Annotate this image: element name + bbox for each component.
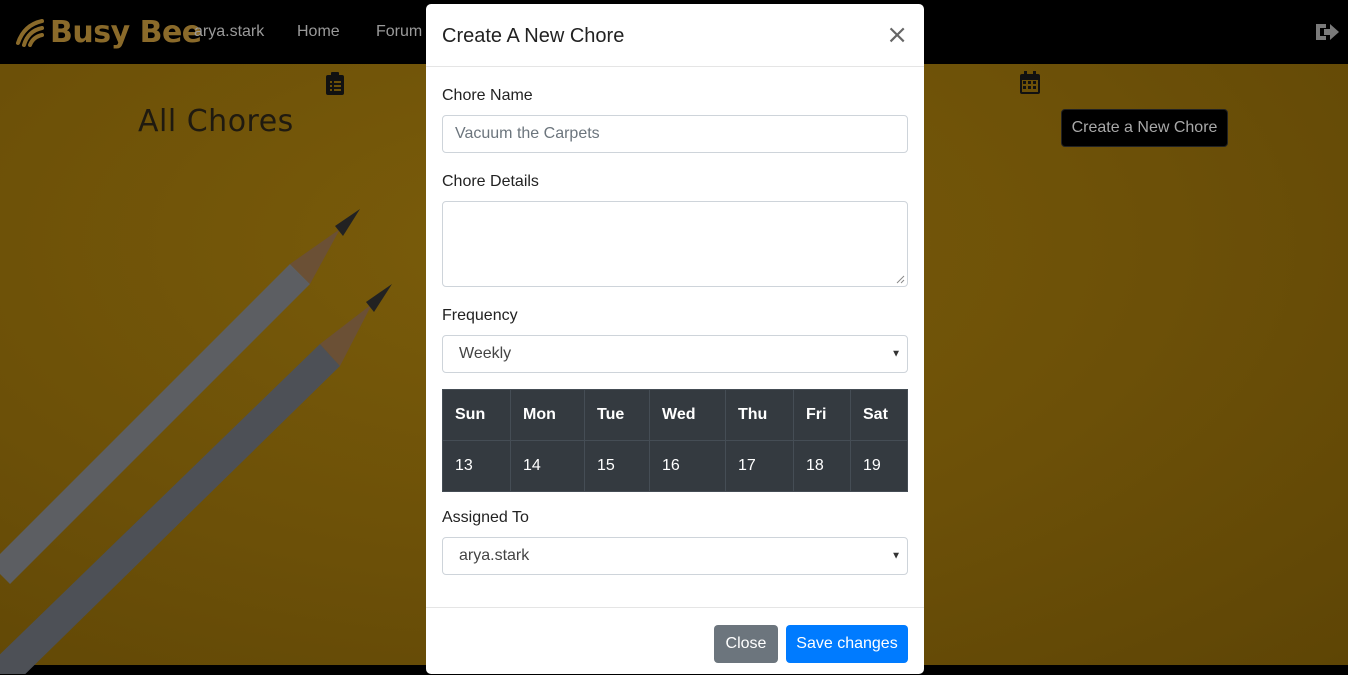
nav-username[interactable]: arya.stark — [194, 23, 264, 41]
create-chore-button[interactable]: Create a New Chore — [1061, 109, 1228, 147]
chevron-down-icon: ▼ — [891, 550, 901, 562]
create-chore-modal: Create A New Chore × Chore Name Vacuum t… — [426, 4, 924, 674]
day-tue: Tue — [584, 389, 650, 441]
week-table: Sun Mon Tue Wed Thu Fri Sat 13 14 15 16 … — [442, 389, 908, 492]
chore-name-placeholder: Vacuum the Carpets — [455, 125, 600, 142]
resize-grip-icon[interactable] — [896, 275, 905, 284]
day-sun: Sun — [442, 389, 511, 441]
nav-link-forum[interactable]: Forum — [376, 23, 422, 41]
week-dates-row: 13 14 15 16 17 18 19 — [442, 440, 908, 492]
date-cell[interactable]: 15 — [584, 440, 650, 492]
assigned-to-label: Assigned To — [442, 509, 529, 526]
chore-name-label: Chore Name — [442, 87, 533, 104]
page-title: All Chores — [138, 104, 294, 139]
chore-details-label: Chore Details — [442, 173, 539, 190]
date-cell[interactable]: 17 — [725, 440, 794, 492]
frequency-selected: Weekly — [459, 345, 512, 362]
frequency-label: Frequency — [442, 307, 518, 324]
clipboard-list-icon — [326, 72, 344, 95]
logout-icon[interactable] — [1314, 20, 1340, 44]
modal-header: Create A New Chore × — [426, 4, 924, 67]
frequency-select[interactable]: Weekly ▼ — [442, 335, 908, 373]
day-fri: Fri — [793, 389, 851, 441]
day-wed: Wed — [649, 389, 726, 441]
chevron-down-icon: ▼ — [891, 348, 901, 360]
nav-link-home[interactable]: Home — [297, 23, 340, 41]
day-sat: Sat — [850, 389, 908, 441]
pencil-image — [0, 209, 392, 674]
day-mon: Mon — [510, 389, 585, 441]
date-cell[interactable]: 16 — [649, 440, 726, 492]
date-cell[interactable]: 13 — [442, 440, 511, 492]
assigned-to-selected: arya.stark — [459, 547, 530, 564]
close-icon[interactable]: × — [886, 21, 908, 49]
brand-name: Busy Bee — [50, 14, 202, 50]
assigned-to-select[interactable]: arya.stark ▼ — [442, 537, 908, 575]
date-cell[interactable]: 19 — [850, 440, 908, 492]
busy-bee-logo-icon — [16, 19, 44, 47]
close-button[interactable]: Close — [714, 625, 778, 663]
chore-details-textarea[interactable] — [442, 201, 908, 287]
save-changes-button[interactable]: Save changes — [786, 625, 908, 663]
week-days-row: Sun Mon Tue Wed Thu Fri Sat — [442, 389, 908, 441]
modal-title: Create A New Chore — [442, 25, 625, 47]
date-cell[interactable]: 18 — [793, 440, 851, 492]
brand[interactable]: Busy Bee — [14, 10, 202, 54]
date-cell[interactable]: 14 — [510, 440, 585, 492]
day-thu: Thu — [725, 389, 794, 441]
chore-name-input[interactable]: Vacuum the Carpets — [442, 115, 908, 153]
calendar-icon — [1020, 71, 1040, 94]
